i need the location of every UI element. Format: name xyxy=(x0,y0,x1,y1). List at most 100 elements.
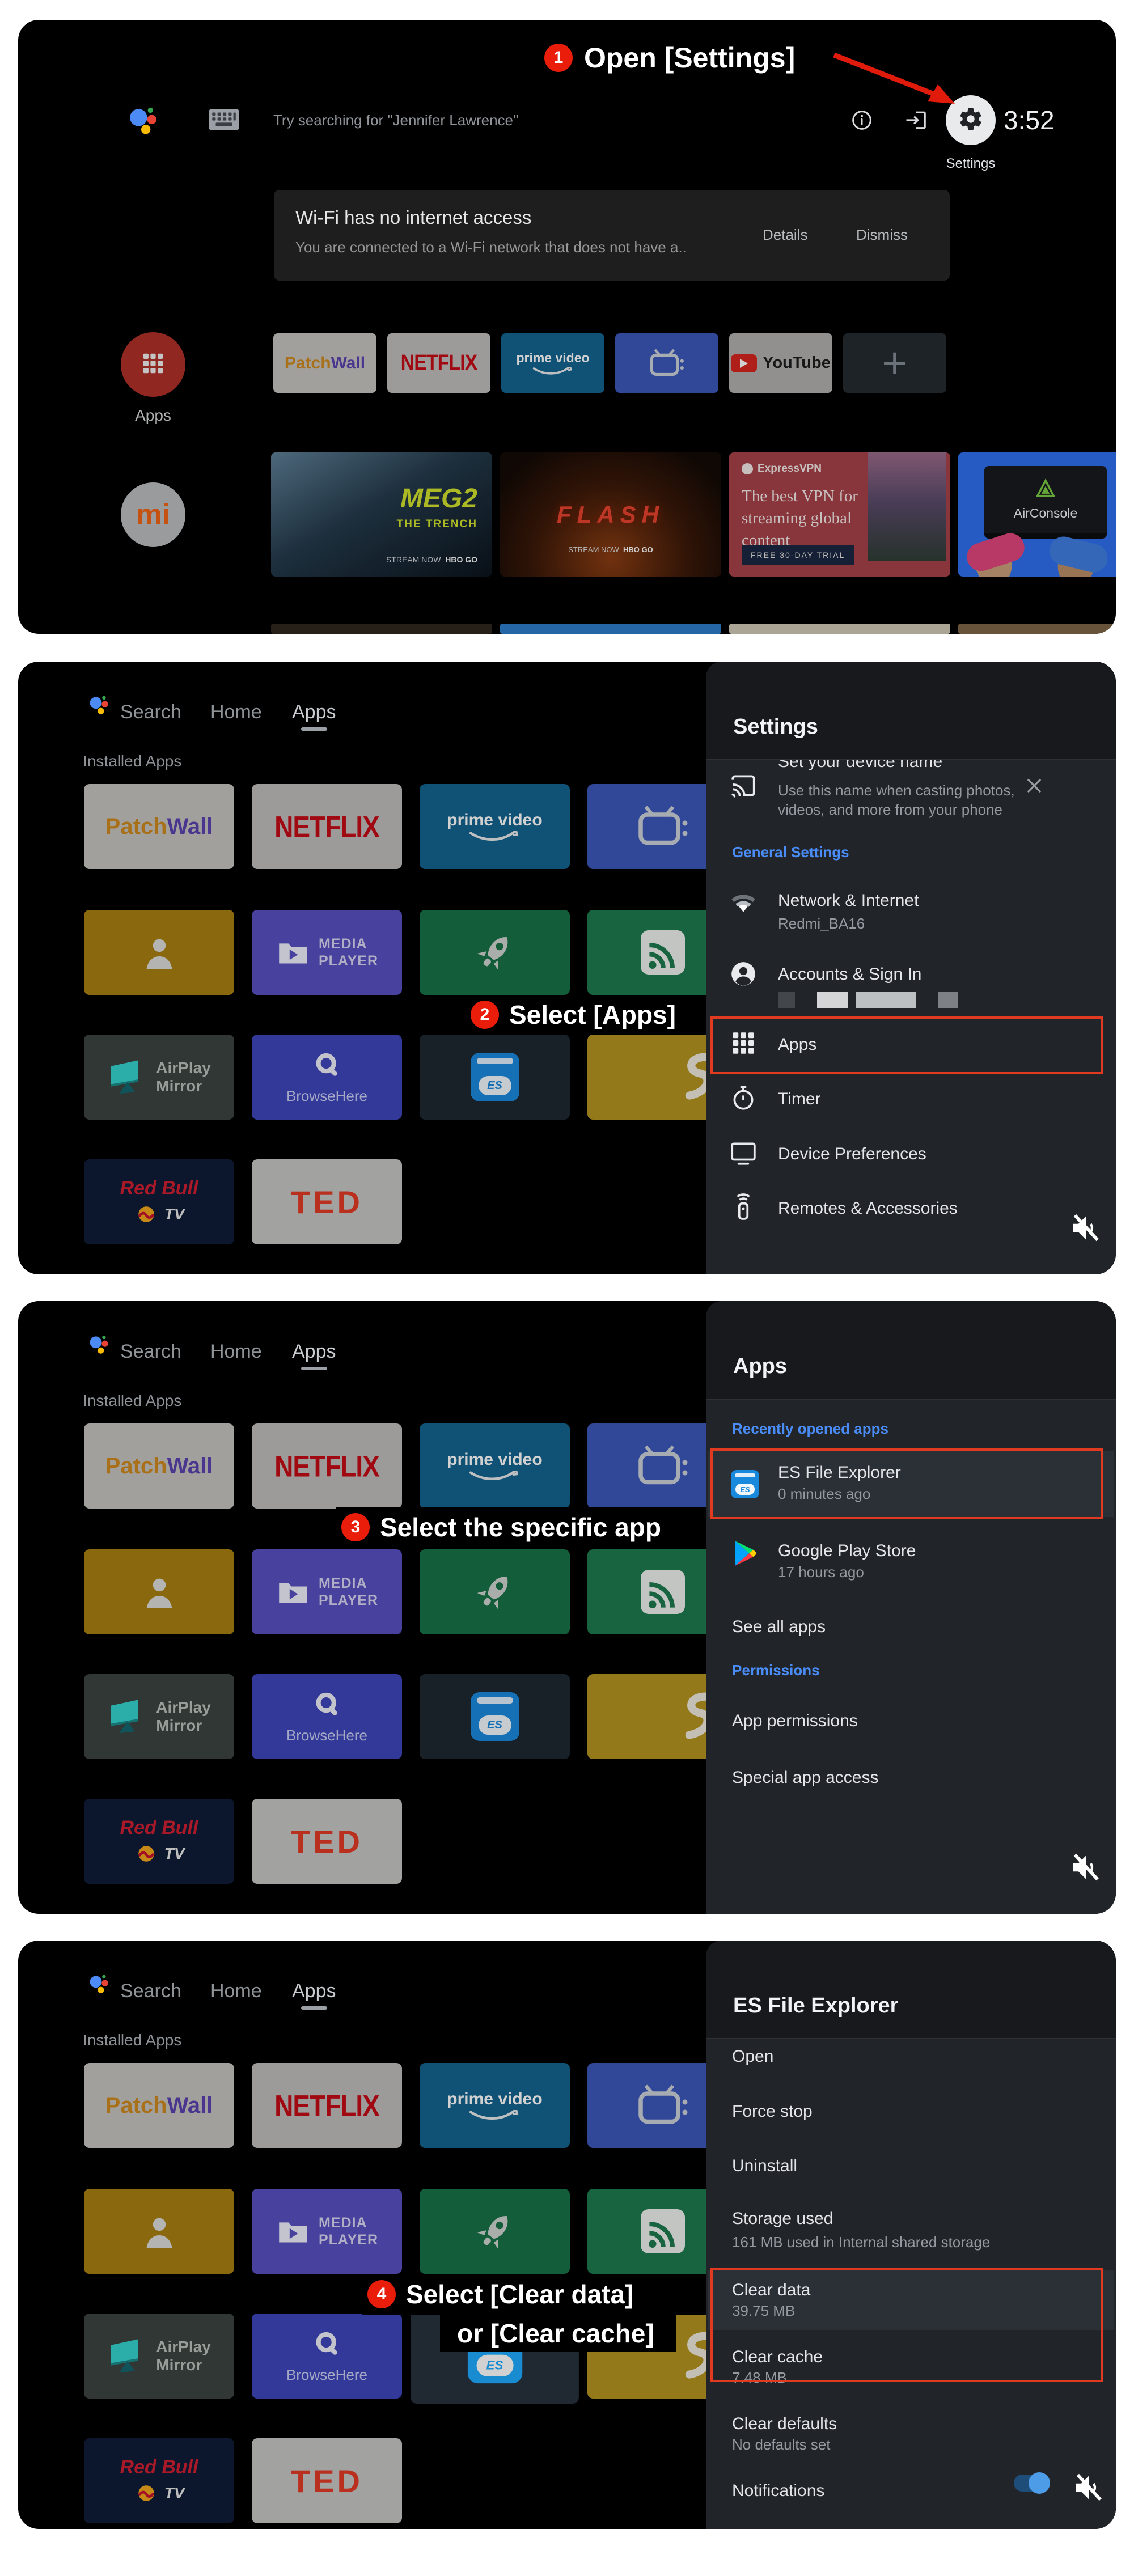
app-tile-es[interactable]: ES xyxy=(420,1674,570,1759)
banner-title: MEG2 xyxy=(400,483,477,514)
app-permissions-item[interactable]: App permissions xyxy=(732,1711,858,1731)
settings-item-device-preferences[interactable]: Device Preferences xyxy=(778,1145,926,1164)
monitor-icon xyxy=(729,1139,758,1167)
app-tile-redbull[interactable]: Red BullTV xyxy=(84,1159,234,1244)
app-tile-browsehere[interactable]: BrowseHere xyxy=(252,2314,402,2399)
banner-cta-button[interactable]: FREE 30-DAY TRIAL xyxy=(742,545,854,565)
app-tile-primevideo[interactable]: prime video xyxy=(420,784,570,869)
tab-apps[interactable]: Apps xyxy=(292,1980,336,2002)
tab-apps[interactable]: Apps xyxy=(292,701,336,723)
active-tab-underline xyxy=(301,2006,327,2010)
mute-icon xyxy=(1069,1851,1102,1884)
app-tile-youtube[interactable]: YouTube xyxy=(729,333,832,393)
account-icon xyxy=(729,960,758,988)
app-row-google-play-store[interactable]: Google Play Store xyxy=(778,1541,916,1561)
drawer-section-label: General Settings xyxy=(732,844,849,861)
settings-item-timer[interactable]: Timer xyxy=(778,1090,821,1109)
banner-airconsole[interactable]: AirConsole xyxy=(958,452,1116,577)
app-tile-mediaplayer[interactable]: MEDIAPLAYER xyxy=(252,2189,402,2274)
app-tile-netflix[interactable]: NETFLIX xyxy=(252,2063,402,2148)
tab-apps[interactable]: Apps xyxy=(292,1341,336,1363)
banner-brand: ExpressVPN xyxy=(758,463,822,475)
settings-item-remotes-accessories[interactable]: Remotes & Accessories xyxy=(778,1199,958,1218)
app-tile-netflix[interactable]: NETFLIX xyxy=(252,784,402,869)
app-tile-airplay[interactable]: AirPlayMirror xyxy=(84,1035,234,1120)
mi-logo[interactable]: mi xyxy=(121,482,185,547)
app-tile-patchwall[interactable]: PatchWall xyxy=(84,1423,234,1509)
highlight-red-box xyxy=(710,2268,1103,2382)
banner-photo xyxy=(868,452,946,561)
app-tile-primevideo[interactable]: prime video xyxy=(501,333,604,393)
app-tile-mitv[interactable] xyxy=(615,333,718,393)
app-tile-mediaplayer[interactable]: MEDIAPLAYER xyxy=(252,910,402,995)
apps-grid-icon xyxy=(140,350,166,379)
step-annotation: or [Clear cache] xyxy=(440,2315,676,2352)
app-tile-netflix[interactable]: NETFLIX xyxy=(252,1423,402,1509)
app-tile-gallery[interactable] xyxy=(84,910,234,995)
tab-search[interactable]: Search xyxy=(120,701,181,723)
active-tab-underline xyxy=(301,727,327,731)
tab-home[interactable]: Home xyxy=(210,701,262,723)
step-number-badge: 1 xyxy=(544,44,573,72)
drawer-title: Settings xyxy=(733,715,818,739)
toggle-knob xyxy=(1029,2472,1050,2494)
app-tile-netflix[interactable]: NETFLIX xyxy=(387,333,490,393)
tab-home[interactable]: Home xyxy=(210,1341,262,1363)
app-tile-rocket[interactable] xyxy=(420,1549,570,1634)
mute-icon xyxy=(1069,1211,1102,1244)
app-tile-patchwall[interactable]: PatchWall xyxy=(84,2063,234,2148)
assistant-logo-icon xyxy=(87,1331,114,1358)
settings-item-network-internet[interactable]: Network & Internet xyxy=(778,891,919,910)
notifications-item[interactable]: Notifications xyxy=(732,2481,824,2501)
force-stop-item[interactable]: Force stop xyxy=(732,2102,813,2121)
clear-defaults-item[interactable]: Clear defaults xyxy=(732,2414,837,2434)
settings-item-accounts-sign-in[interactable]: Accounts & Sign In xyxy=(778,965,921,984)
app-tile-ted[interactable]: TED xyxy=(252,2438,402,2523)
app-tile-redbull[interactable]: Red BullTV xyxy=(84,1799,234,1884)
step-annotation: 4Select [Clear data] xyxy=(362,2274,714,2315)
tutorial-page: 1 Open [Settings] Try searching for "Jen… xyxy=(0,0,1134,2576)
app-tile-primevideo[interactable]: prime video xyxy=(420,1423,570,1509)
see-all-apps-item[interactable]: See all apps xyxy=(732,1617,826,1637)
app-tile-rocket[interactable] xyxy=(420,910,570,995)
drawer-item-sub: 17 hours ago xyxy=(778,1564,864,1581)
app-tile-ted[interactable]: TED xyxy=(252,1159,402,1244)
app-tile-mediaplayer[interactable]: MEDIAPLAYER xyxy=(252,1549,402,1634)
installed-apps-label: Installed Apps xyxy=(83,752,181,770)
tab-home[interactable]: Home xyxy=(210,1980,262,2002)
app-tile-browsehere[interactable]: BrowseHere xyxy=(252,1674,402,1759)
notifications-toggle[interactable] xyxy=(1014,2475,1049,2492)
uninstall-item[interactable]: Uninstall xyxy=(732,2156,797,2176)
open-item[interactable]: Open xyxy=(732,2047,773,2066)
apps-rail-button[interactable] xyxy=(121,332,185,397)
drawer-item-sub: 161 MB used in Internal shared storage xyxy=(732,2234,990,2251)
app-tile-ted[interactable]: TED xyxy=(252,1799,402,1884)
drawer-content: Recently opened appsESES File Explorer0 … xyxy=(706,1400,1116,1914)
drawer-header: Settings xyxy=(706,662,1116,760)
close-icon[interactable] xyxy=(1023,775,1045,796)
app-tile-airplay[interactable]: AirPlayMirror xyxy=(84,1674,234,1759)
app-tile-gallery[interactable] xyxy=(84,1549,234,1634)
app-tile-patchwall[interactable]: PatchWall xyxy=(273,333,376,393)
app-tile-redbull[interactable]: Red BullTV xyxy=(84,2438,234,2523)
app-tile-browsehere[interactable]: BrowseHere xyxy=(252,1035,402,1120)
app-tile-rocket[interactable] xyxy=(420,2189,570,2274)
app-tile-patchwall[interactable]: PatchWall xyxy=(84,784,234,869)
settings-drawer: SettingsSet your device nameUse this nam… xyxy=(706,662,1116,1274)
installed-apps-label: Installed Apps xyxy=(83,2031,181,2049)
tab-search[interactable]: Search xyxy=(120,1341,181,1363)
apps-rail-label: Apps xyxy=(121,406,185,425)
timer-icon xyxy=(729,1084,758,1112)
special-app-access-item[interactable]: Special app access xyxy=(732,1768,879,1787)
tab-search[interactable]: Search xyxy=(120,1980,181,2002)
app-tile-add[interactable]: + xyxy=(843,333,946,393)
app-tile-es[interactable]: ES xyxy=(420,1035,570,1120)
banner-expressvpn[interactable]: ExpressVPN The best VPN for streaming gl… xyxy=(729,452,950,577)
active-tab-underline xyxy=(301,1367,327,1370)
app-tile-airplay[interactable]: AirPlayMirror xyxy=(84,2314,234,2399)
step-annotation-text: Open [Settings] xyxy=(584,41,795,74)
app-tile-gallery[interactable] xyxy=(84,2189,234,2274)
banner-meg2[interactable]: MEG2 THE TRENCH STREAM NOW HBO GO xyxy=(271,452,492,577)
app-tile-primevideo[interactable]: prime video xyxy=(420,2063,570,2148)
banner-flash[interactable]: FLASH STREAM NOW HBO GO xyxy=(500,452,721,577)
